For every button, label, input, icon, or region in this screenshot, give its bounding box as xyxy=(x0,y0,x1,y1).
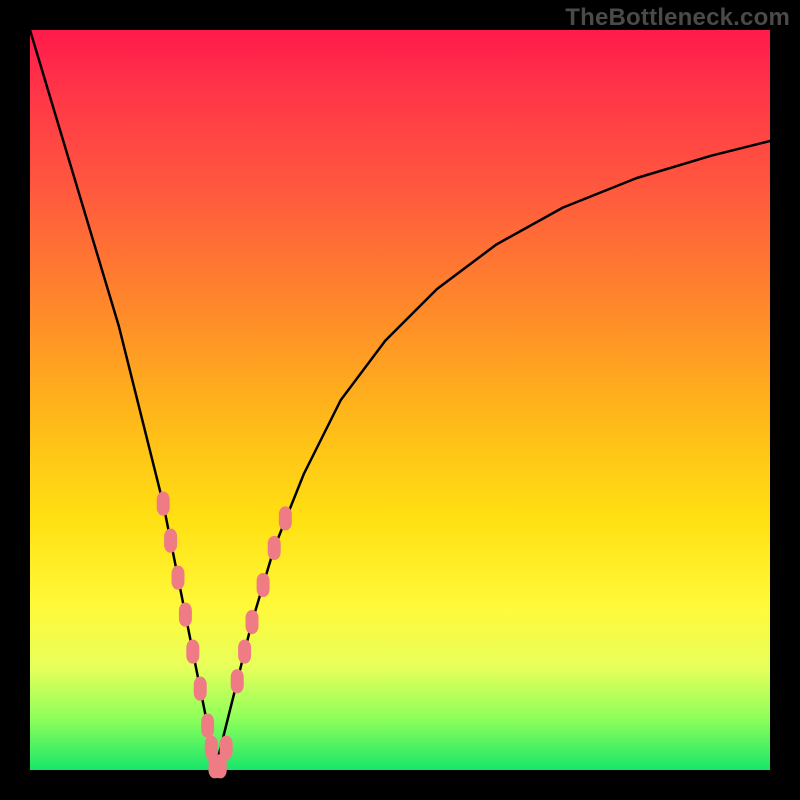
curve-marker xyxy=(194,677,207,701)
curve-marker xyxy=(220,736,233,760)
curve-marker xyxy=(157,492,170,516)
curve-marker xyxy=(186,640,199,664)
curve-marker xyxy=(246,610,259,634)
chart-frame: TheBottleneck.com xyxy=(0,0,800,800)
curve-marker xyxy=(279,506,292,530)
watermark-text: TheBottleneck.com xyxy=(565,4,790,32)
plot-area xyxy=(30,30,770,770)
bottleneck-curve-svg xyxy=(30,30,770,770)
curve-marker xyxy=(201,714,214,738)
curve-marker xyxy=(179,603,192,627)
curve-marker xyxy=(268,536,281,560)
curve-marker xyxy=(238,640,251,664)
bottleneck-curve-path xyxy=(30,30,770,770)
curve-marker xyxy=(231,669,244,693)
curve-marker xyxy=(257,573,270,597)
curve-marker xyxy=(164,529,177,553)
curve-marker xyxy=(172,566,185,590)
